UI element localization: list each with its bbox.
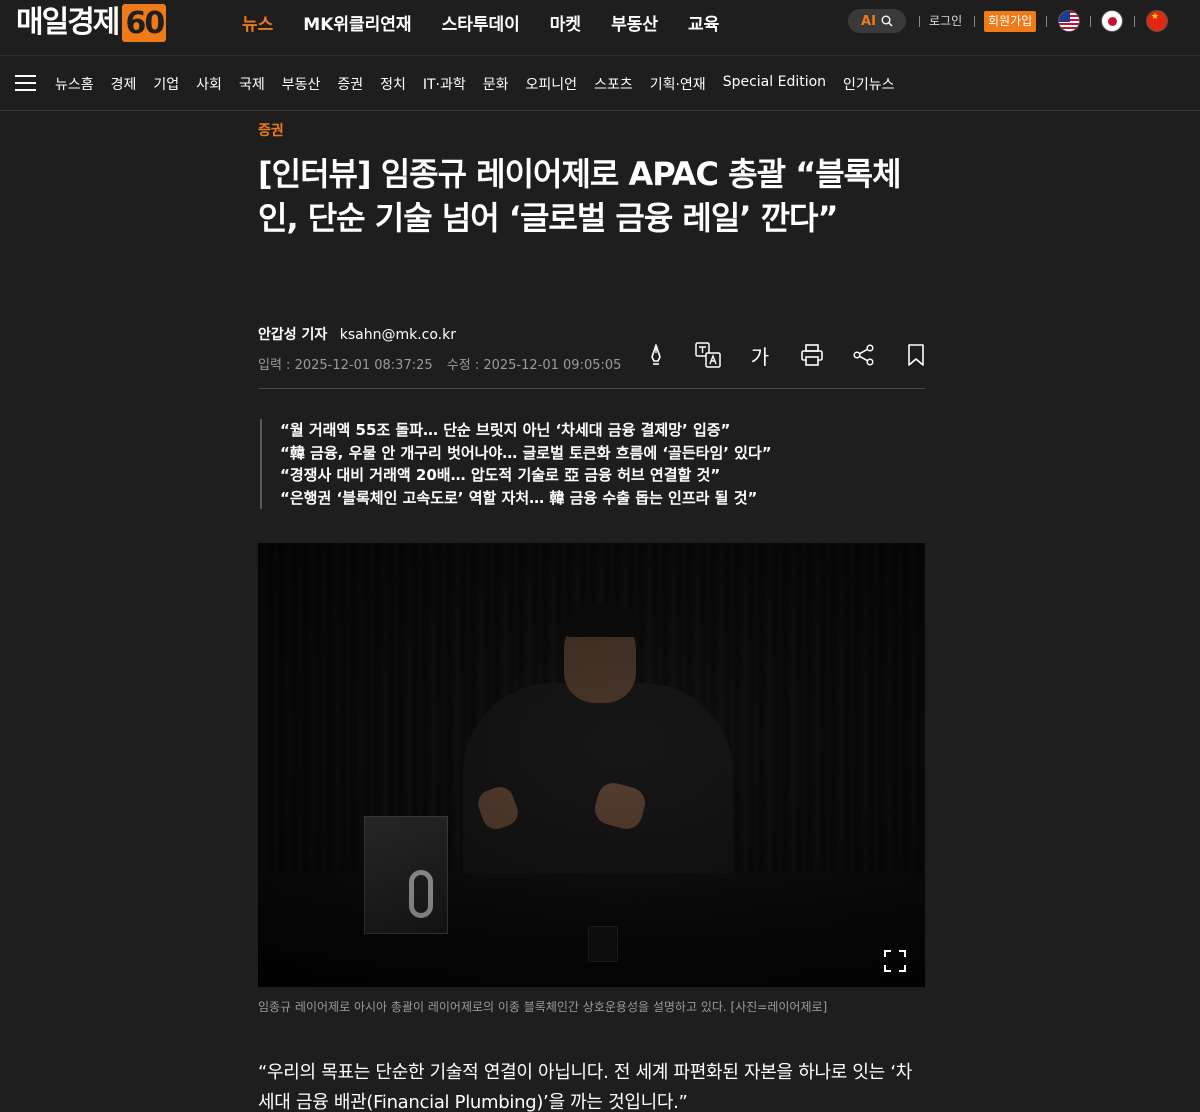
photo-caption: 임종규 레이어제로 아시아 총괄이 레이어제로의 이종 블록체인간 상호운용성을… bbox=[258, 1000, 828, 1014]
modified-date: 수정 : 2025-12-01 09:05:05 bbox=[446, 358, 622, 373]
section-nav-society[interactable]: 사회 bbox=[196, 74, 222, 94]
font-size-icon: 가 bbox=[750, 344, 770, 369]
divider bbox=[1046, 16, 1047, 27]
section-nav-special-edition[interactable]: Special Edition bbox=[723, 74, 826, 94]
section-nav-sports[interactable]: 스포츠 bbox=[594, 74, 633, 94]
article-category[interactable]: 증권 bbox=[258, 120, 284, 140]
section-nav: 뉴스홈 경제 기업 사회 국제 부동산 증권 정치 IT·과학 문화 오피니언 … bbox=[0, 56, 1200, 111]
section-nav-politics[interactable]: 정치 bbox=[380, 74, 406, 94]
font-size-button[interactable]: 가 bbox=[734, 340, 786, 370]
bookmark-icon bbox=[908, 344, 924, 366]
share-icon bbox=[853, 344, 874, 366]
share-button[interactable] bbox=[838, 340, 890, 370]
china-flag-icon[interactable] bbox=[1146, 10, 1168, 32]
byline: 안갑성 기자 ksahn@mk.co.kr bbox=[258, 324, 456, 344]
highlight-pen-icon bbox=[651, 344, 661, 365]
reporter-name[interactable]: 안갑성 기자 bbox=[258, 327, 327, 343]
search-icon bbox=[881, 15, 893, 27]
section-nav-series[interactable]: 기획·연재 bbox=[650, 74, 706, 94]
section-nav-items: 뉴스홈 경제 기업 사회 국제 부동산 증권 정치 IT·과학 문화 오피니언 … bbox=[55, 74, 912, 94]
ai-search-button[interactable]: AI bbox=[848, 9, 906, 33]
summary-line: “은행권 ‘블록체인 고속도로’ 역할 자처… 韓 금융 수출 돕는 인프라 될… bbox=[280, 488, 758, 507]
summary-line: “韓 금융, 우물 안 개구리 벗어나야… 글로벌 토큰화 흐름에 ‘골든타임’… bbox=[280, 443, 772, 462]
section-nav-opinion[interactable]: 오피니언 bbox=[526, 74, 578, 94]
login-link[interactable]: 로그인 bbox=[929, 12, 962, 29]
print-button[interactable] bbox=[786, 340, 838, 370]
site-logo[interactable]: 매일경제 60 bbox=[16, 4, 167, 42]
article-summary: “월 거래액 55조 돌파… 단순 브릿지 아닌 ‘차세대 금융 결제망’ 입증… bbox=[260, 419, 772, 509]
section-nav-popular[interactable]: 인기뉴스 bbox=[843, 74, 895, 94]
summary-line: “월 거래액 55조 돌파… 단순 브릿지 아닌 ‘차세대 금융 결제망’ 입증… bbox=[280, 421, 731, 439]
main-nav-star-today[interactable]: 스타투데이 bbox=[442, 10, 520, 35]
divider bbox=[1090, 16, 1091, 27]
section-nav-culture[interactable]: 문화 bbox=[483, 74, 509, 94]
translate-icon bbox=[695, 342, 721, 368]
japan-flag-icon[interactable] bbox=[1101, 10, 1123, 32]
main-nav-education[interactable]: 교육 bbox=[688, 10, 719, 35]
signup-button[interactable]: 회원가입 bbox=[984, 11, 1037, 32]
highlight-button[interactable] bbox=[630, 340, 682, 370]
article-body-paragraph: “우리의 목표는 단순한 기술적 연결이 아닙니다. 전 세계 파편화된 자본을… bbox=[258, 1062, 913, 1112]
divider bbox=[919, 16, 920, 27]
section-nav-business[interactable]: 기업 bbox=[153, 74, 179, 94]
section-nav-economy[interactable]: 경제 bbox=[111, 74, 137, 94]
divider bbox=[974, 16, 975, 27]
byline-divider bbox=[258, 388, 925, 389]
section-nav-world[interactable]: 국제 bbox=[239, 74, 265, 94]
logo-text: 매일경제 bbox=[16, 5, 120, 40]
print-icon bbox=[801, 344, 823, 366]
ai-label: AI bbox=[861, 13, 876, 29]
article-toolbar: 가 bbox=[630, 340, 942, 370]
divider bbox=[1134, 16, 1135, 27]
bookmark-button[interactable] bbox=[890, 340, 942, 370]
article-dates: 입력 : 2025-12-01 08:37:25 수정 : 2025-12-01… bbox=[258, 354, 621, 373]
us-flag-icon[interactable] bbox=[1058, 10, 1080, 32]
section-nav-it-science[interactable]: IT·과학 bbox=[423, 74, 466, 94]
article-headline: [인터뷰] 임종규 레이어제로 APAC 총괄 “블록체인, 단순 기술 넘어 … bbox=[258, 155, 902, 237]
menu-icon[interactable] bbox=[15, 75, 36, 91]
published-date: 입력 : 2025-12-01 08:37:25 bbox=[258, 358, 433, 373]
main-nav-real-estate[interactable]: 부동산 bbox=[611, 10, 658, 35]
section-nav-securities[interactable]: 증권 bbox=[337, 74, 363, 94]
translate-button[interactable] bbox=[682, 340, 734, 370]
main-nav-market[interactable]: 마켓 bbox=[550, 10, 581, 35]
article-photo[interactable] bbox=[258, 543, 925, 987]
expand-icon[interactable] bbox=[883, 949, 907, 973]
main-nav: 뉴스 MK위클리연재 스타투데이 마켓 부동산 교육 bbox=[242, 10, 749, 35]
main-nav-news[interactable]: 뉴스 bbox=[242, 10, 273, 35]
photo-shading bbox=[258, 543, 925, 987]
summary-line: “경쟁사 대비 거래액 20배… 압도적 기술로 亞 금융 허브 연결할 것” bbox=[280, 466, 721, 484]
top-header: 매일경제 60 뉴스 MK위클리연재 스타투데이 마켓 부동산 교육 AI 로그… bbox=[0, 0, 1200, 44]
section-nav-real-estate[interactable]: 부동산 bbox=[282, 74, 321, 94]
reporter-email[interactable]: ksahn@mk.co.kr bbox=[340, 327, 456, 343]
main-nav-mk-weekly[interactable]: MK위클리연재 bbox=[303, 10, 411, 35]
section-nav-news-home[interactable]: 뉴스홈 bbox=[55, 74, 94, 94]
logo-anniversary-badge: 60 bbox=[122, 4, 167, 42]
